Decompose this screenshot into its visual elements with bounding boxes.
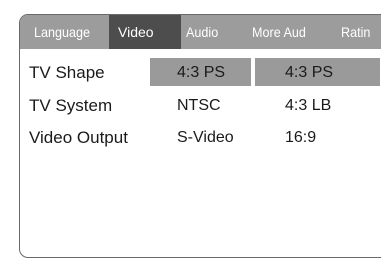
tab-more-audio[interactable]: More Aud [252, 15, 306, 49]
setting-label-video-output[interactable]: Video Output [29, 128, 128, 148]
option-16-9[interactable]: 16:9 [285, 129, 316, 147]
option-4-3-ps[interactable]: 4:3 PS [285, 64, 333, 82]
setting-value-video-output[interactable]: S-Video [177, 129, 234, 147]
tab-video[interactable]: Video [109, 15, 181, 49]
tab-rating[interactable]: Ratin [341, 15, 370, 49]
setting-value-tv-system[interactable]: NTSC [177, 97, 221, 115]
tab-audio[interactable]: Audio [186, 15, 218, 49]
tab-bar: Language Video Audio More Aud Ratin [20, 15, 381, 49]
setting-label-tv-system[interactable]: TV System [29, 96, 112, 116]
setting-value-tv-shape[interactable]: 4:3 PS [177, 64, 225, 82]
option-4-3-lb[interactable]: 4:3 LB [285, 97, 331, 115]
setting-label-tv-shape[interactable]: TV Shape [29, 63, 105, 83]
tab-language[interactable]: Language [34, 15, 90, 49]
